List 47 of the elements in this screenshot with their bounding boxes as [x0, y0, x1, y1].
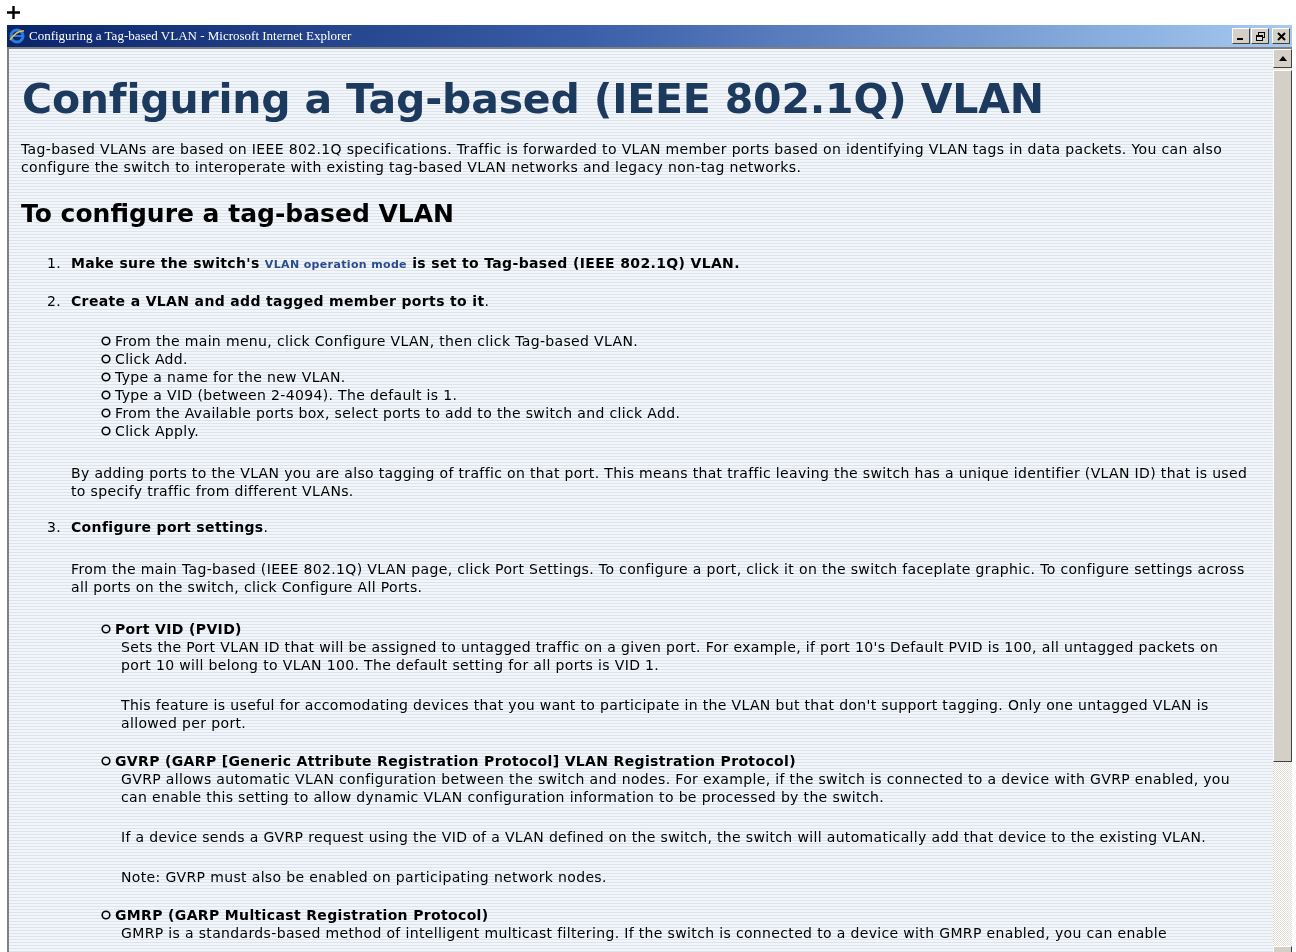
step-text: Create a VLAN and add tagged member ports to it. — [71, 292, 490, 310]
option-paragraph: Sets the Port VLAN ID that will be assigned to untagged traffic on a given port. For example, if port 10's Default PVID is 100, all untagged packets on port 10 will belong to VLAN 100. The default setting for all ports is VID 1. — [121, 638, 1220, 674]
option-title: GMRP (GARP Multicast Registration Protocol) — [115, 906, 489, 924]
minimize-button[interactable] — [1232, 28, 1250, 44]
crosshair-icon — [7, 6, 20, 19]
step-note: From the main Tag-based (IEEE 802.1Q) VLAN page, click Port Settings. To configure a port, click it on the switch faceplate graphic. To configure settings across all ports on the switch, click Configure All Ports. — [71, 560, 1246, 596]
circle-bullet-icon — [101, 756, 111, 766]
browser-logo-icon — [9, 28, 25, 44]
restore-icon — [1255, 31, 1265, 41]
window-title: Configuring a Tag-based VLAN - Microsoft Internet Explorer — [29, 28, 353, 44]
intro-paragraph: Tag-based VLANs are based on IEEE 802.1Q specifications. Traffic is forwarded to VLAN member ports based on identifying VLAN tags in data packets. You can also configure the switch to interoperate with existing tag-based VLAN networks and legacy non-tag networks. — [21, 140, 1224, 176]
substep-text: From the Available ports box, select ports to add to the switch and click Add. — [115, 404, 681, 422]
option-paragraph: If a device sends a GVRP request using the VID of a VLAN defined on the switch, the switch will automatically add that device to the existing VLAN. — [121, 828, 1208, 846]
circle-bullet-icon — [101, 354, 111, 364]
restore-button[interactable] — [1251, 28, 1269, 44]
scroll-up-button[interactable] — [1273, 49, 1292, 68]
circle-bullet-icon — [101, 390, 111, 400]
scrollbar-thumb[interactable] — [1273, 70, 1292, 762]
substep-text: Type a VID (between 2-4094). The default is 1. — [115, 386, 458, 404]
step-number: 1. — [45, 254, 62, 273]
up-arrow-icon — [1278, 56, 1287, 61]
substep-text: Click Add. — [115, 350, 188, 368]
circle-bullet-icon — [101, 910, 111, 920]
step-number: 3. — [45, 518, 62, 536]
substep-text: Type a name for the new VLAN. — [115, 368, 346, 386]
close-icon — [1276, 31, 1286, 41]
step-text: Make sure the switch's VLAN operation mode is set to Tag-based (IEEE 802.1Q) VLAN. — [71, 254, 740, 273]
page-heading: Configuring a Tag-based (IEEE 802.1Q) VLAN — [22, 74, 1045, 124]
circle-bullet-icon — [101, 624, 111, 634]
substep-text: From the main menu, click Configure VLAN, then click Tag-based VLAN. — [115, 332, 639, 350]
step-text: Configure port settings. — [71, 518, 269, 536]
option-paragraph: Note: GVRP must also be enabled on participating network nodes. — [121, 868, 608, 886]
close-button[interactable] — [1272, 28, 1290, 44]
option-paragraph: GMRP is a standards-based method of intelligent multicast filtering. If the switch is connected to a device with GMRP enabled, you can enable — [121, 924, 1169, 942]
substep-text: Click Apply. — [115, 422, 199, 440]
option-paragraph: This feature is useful for accomodating devices that you want to participate in the VLAN but that don't support tagging. Only one untagged VLAN is allowed per port. — [121, 696, 1210, 732]
option-title: Port VID (PVID) — [115, 620, 242, 638]
circle-bullet-icon — [101, 336, 111, 346]
circle-bullet-icon — [101, 426, 111, 436]
step-number: 2. — [45, 292, 62, 310]
option-title: GVRP (GARP [Generic Attribute Registration Protocol] VLAN Registration Protocol) — [115, 752, 796, 770]
circle-bullet-icon — [101, 372, 111, 382]
section-heading: To configure a tag-based VLAN — [21, 198, 456, 230]
step-note: By adding ports to the VLAN you are also tagging of traffic on that port. This means that traffic leaving the switch has a unique identifier (VLAN ID) that is used to specify traffic from different VLANs. — [71, 464, 1249, 500]
circle-bullet-icon — [101, 408, 111, 418]
option-paragraph: GVRP allows automatic VLAN configuration between the switch and nodes. For example, if the switch is connected to a device with GVRP enabled, you can enable this setting to allow dynamic VLAN configuration information to be processed by the switch. — [121, 770, 1231, 806]
vlan-mode-link[interactable]: VLAN operation mode — [264, 258, 407, 271]
